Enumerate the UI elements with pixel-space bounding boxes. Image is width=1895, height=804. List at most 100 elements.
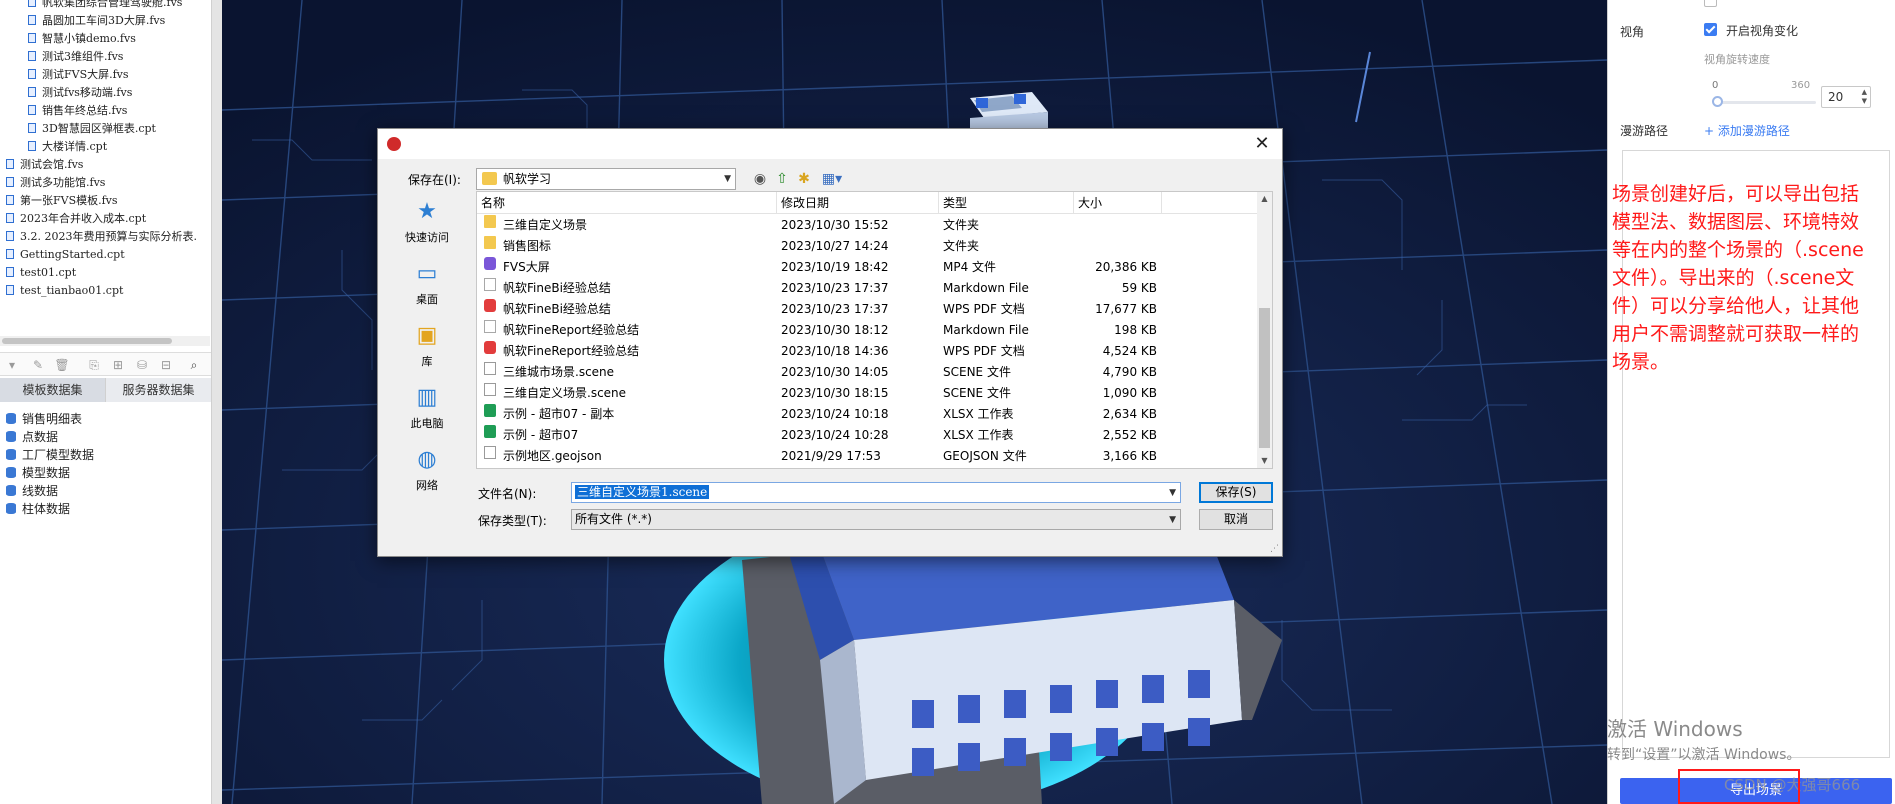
tree-file-label: 测试会馆.fvs — [20, 158, 84, 171]
file-icon — [28, 33, 36, 43]
column-size[interactable]: 大小 — [1074, 192, 1162, 214]
tree-file-item[interactable]: 测试会馆.fvs — [6, 156, 83, 174]
view-angle-checkbox[interactable] — [1704, 23, 1717, 36]
tree-file-item[interactable]: GettingStarted.cpt — [6, 246, 125, 264]
tree-file-item[interactable]: 销售年终总结.fvs — [28, 102, 127, 120]
file-row[interactable]: 帆软FineReport经验总结 2023/10/30 18:12 Markdown… — [477, 320, 1257, 341]
dataset-item[interactable]: 点数据 — [6, 428, 58, 446]
edit-icon[interactable]: ✎ — [30, 357, 46, 373]
tree-file-item[interactable]: 3.2. 2023年费用预算与实际分析表. — [6, 228, 197, 246]
rotate-speed-slider-handle[interactable] — [1712, 96, 1723, 107]
file-date: 2023/10/18 14:36 — [781, 344, 889, 358]
search-icon[interactable]: ⌕ — [186, 357, 202, 373]
file-icon — [28, 15, 36, 25]
scroll-down-icon[interactable]: ▼ — [1257, 454, 1272, 468]
refresh-icon[interactable]: ⊟ — [158, 357, 174, 373]
filetype-combo[interactable]: 所有文件 (*.*) ▼ — [571, 509, 1181, 530]
place-item[interactable]: ▣ 库 — [388, 323, 466, 369]
delete-icon[interactable]: 🗑 — [54, 357, 70, 373]
tab-template-dataset[interactable]: 模板数据集 — [0, 378, 106, 402]
new-folder-icon[interactable]: ✱ — [794, 169, 814, 189]
file-row[interactable]: 示例 - 超市07 - 副本 2023/10/24 10:18 XLSX 工作表 2,… — [477, 404, 1257, 425]
place-icon: ▭ — [416, 261, 438, 286]
dataset-item[interactable]: 工厂模型数据 — [6, 446, 94, 464]
dataset-label: 线数据 — [22, 484, 59, 498]
save-in-combo[interactable]: 帆软学习 ▼ — [476, 168, 736, 190]
preview-icon[interactable]: ⎘ — [86, 357, 102, 373]
chevron-down-icon[interactable]: ▼ — [1169, 483, 1176, 503]
place-item[interactable]: ★ 快速访问 — [388, 199, 466, 245]
file-date: 2023/10/24 10:28 — [781, 428, 889, 442]
file-type: Markdown File — [943, 323, 1029, 337]
file-row[interactable]: 示例 - 超市07 2023/10/24 10:28 XLSX 工作表 2,552 K… — [477, 425, 1257, 446]
tree-file-item[interactable]: 大楼详情.cpt — [28, 138, 107, 156]
file-icon — [6, 213, 14, 223]
column-date[interactable]: 修改日期 — [777, 192, 939, 214]
hidden-checkbox[interactable] — [1704, 0, 1717, 7]
resize-grip-icon[interactable]: ⋰ — [1270, 544, 1280, 554]
rotate-speed-input[interactable]: 20 ▲ ▼ — [1821, 86, 1871, 108]
left-splitter[interactable] — [212, 0, 222, 804]
tree-file-item[interactable]: test01.cpt — [6, 264, 76, 282]
tree-file-item[interactable]: 帆软集团综合管理驾驶舱.fvs — [28, 0, 182, 12]
tree-file-item[interactable]: 测试多功能馆.fvs — [6, 174, 105, 192]
rotate-speed-value: 20 — [1828, 90, 1844, 104]
tree-file-label: test_tianbao01.cpt — [20, 284, 124, 297]
view-angle-label: 视角 — [1620, 25, 1645, 39]
cancel-button[interactable]: 取消 — [1199, 509, 1273, 530]
file-size: 4,790 KB — [1102, 365, 1157, 379]
file-row[interactable]: 帆软FineBi经验总结 2023/10/23 17:37 WPS PDF 文档 17… — [477, 299, 1257, 320]
dataset-item[interactable]: 柱体数据 — [6, 500, 70, 518]
close-button[interactable]: ✕ — [1248, 131, 1276, 157]
dialog-titlebar[interactable]: ✕ — [378, 129, 1282, 159]
up-folder-icon[interactable]: ⇧ — [772, 169, 792, 189]
file-row[interactable]: 帆软FineBi经验总结 2023/10/23 17:37 Markdown Fil… — [477, 278, 1257, 299]
file-list-scrollbar[interactable]: ▲ ▼ — [1257, 192, 1272, 468]
tree-file-item[interactable]: 2023年合并收入成本.cpt — [6, 210, 146, 228]
dataset-item[interactable]: 线数据 — [6, 482, 58, 500]
add-roam-path-link[interactable]: + 添加漫游路径 — [1704, 122, 1790, 139]
file-row[interactable]: 三维自定义场景 2023/10/30 15:52 文件夹 — [477, 215, 1257, 236]
file-row[interactable]: 示例地区.geojson 2021/9/29 17:53 GEOJSON 文件 3,1… — [477, 446, 1257, 467]
tree-file-item[interactable]: 智慧小镇demo.fvs — [28, 30, 136, 48]
tree-file-item[interactable]: 第一张FVS模板.fvs — [6, 192, 118, 210]
tree-file-item[interactable]: 测试fvs移动端.fvs — [28, 84, 132, 102]
scrollbar-thumb[interactable] — [1259, 308, 1270, 448]
column-type[interactable]: 类型 — [939, 192, 1074, 214]
file-list[interactable]: 名称 修改日期 类型 大小 三维自定义场景 2023/10/30 15:52 文件夹… — [476, 191, 1273, 469]
back-icon[interactable]: ◉ — [750, 169, 770, 189]
tab-server-dataset[interactable]: 服务器数据集 — [106, 378, 211, 402]
place-item[interactable]: ▥ 此电脑 — [388, 385, 466, 431]
database-icon — [6, 431, 16, 442]
place-label: 快速访问 — [405, 231, 449, 244]
file-row[interactable]: 三维城市场景.scene 2023/10/30 14:05 SCENE 文件 4,79… — [477, 362, 1257, 383]
collapse-icon[interactable]: ▾ — [4, 357, 20, 373]
scroll-up-icon[interactable]: ▲ — [1257, 192, 1272, 206]
tree-file-item[interactable]: test_tianbao01.cpt — [6, 282, 123, 300]
rotate-speed-slider-track[interactable] — [1716, 101, 1816, 104]
file-row[interactable]: FVS大屏 2023/10/19 18:42 MP4 文件 20,386 KB — [477, 257, 1257, 278]
dataset-item[interactable]: 销售明细表 — [6, 410, 82, 428]
dataset-item[interactable]: 模型数据 — [6, 464, 70, 482]
view-menu-icon[interactable]: ▦▾ — [818, 169, 846, 189]
file-row[interactable]: 销售图标 2023/10/27 14:24 文件夹 — [477, 236, 1257, 257]
tree-horizontal-scrollbar[interactable] — [0, 336, 210, 346]
tree-file-item[interactable]: 3D智慧园区弹框表.cpt — [28, 120, 156, 138]
scrollbar-thumb[interactable] — [2, 338, 172, 344]
filename-input[interactable]: 三维自定义场景1.scene ▼ — [571, 482, 1181, 503]
tree-file-item[interactable]: 测试FVS大屏.fvs — [28, 66, 129, 84]
place-item[interactable]: ◍ 网络 — [388, 447, 466, 493]
tree-file-label: GettingStarted.cpt — [20, 248, 125, 261]
file-row[interactable]: 帆软FineReport经验总结 2023/10/18 14:36 WPS PDF … — [477, 341, 1257, 362]
place-item[interactable]: ▭ 桌面 — [388, 261, 466, 307]
tree-file-item[interactable]: 晶圆加工车间3D大屏.fvs — [28, 12, 165, 30]
dataset-icon[interactable]: ⊞ — [110, 357, 126, 373]
file-row[interactable]: 三维自定义场景.scene 2023/10/30 18:15 SCENE 文件 1,0… — [477, 383, 1257, 404]
save-button[interactable]: 保存(S) — [1199, 482, 1273, 503]
column-name[interactable]: 名称 — [477, 192, 777, 214]
database-icon[interactable]: ⛁ — [134, 357, 150, 373]
file-type: 文件夹 — [943, 218, 980, 232]
tree-file-label: 帆软集团综合管理驾驶舱.fvs — [42, 0, 183, 9]
stepper-arrows-icon[interactable]: ▲ ▼ — [1862, 88, 1867, 106]
tree-file-item[interactable]: 测试3维组件.fvs — [28, 48, 123, 66]
